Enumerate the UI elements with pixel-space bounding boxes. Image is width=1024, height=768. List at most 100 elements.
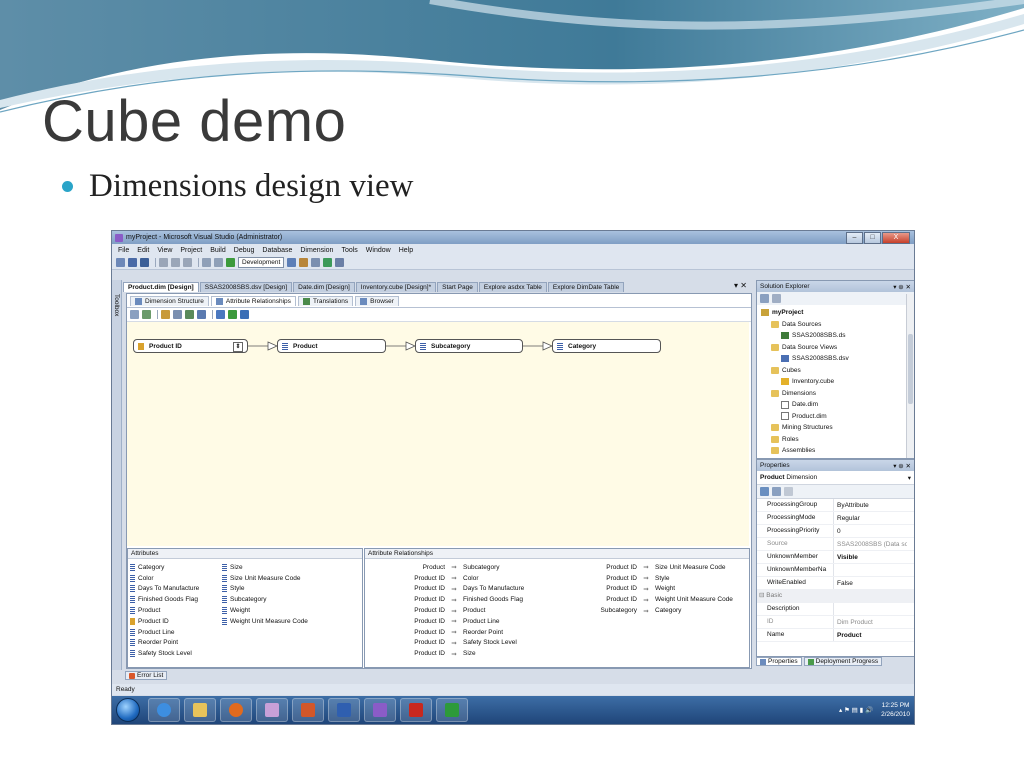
paste-icon[interactable]	[183, 258, 192, 267]
relationship-row[interactable]: Product ID ⇒ Reorder Point	[365, 627, 557, 638]
node-subcategory[interactable]: Subcategory	[415, 339, 523, 353]
menu-build[interactable]: Build	[210, 247, 226, 254]
categorized-icon[interactable]	[760, 487, 769, 496]
tree-item[interactable]: SSAS2008SBS.dsv	[757, 353, 914, 365]
new-relationship-icon[interactable]	[161, 310, 170, 319]
process-icon[interactable]	[130, 310, 139, 319]
new-project-icon[interactable]	[116, 258, 125, 267]
panel-controls-icon[interactable]: ▾ ⊛ ✕	[893, 283, 911, 291]
property-row[interactable]: Description	[757, 603, 914, 616]
tab-inventory-cube[interactable]: Inventory.cube [Design]*	[355, 282, 437, 292]
solution-explorer-icon[interactable]	[323, 258, 333, 267]
zoom-icon[interactable]	[173, 310, 182, 319]
relationship-canvas[interactable]: Product ID ⇕ Product Subcategory Categor…	[127, 322, 749, 546]
alphabetical-icon[interactable]	[772, 487, 781, 496]
solution-config-select[interactable]: Development	[238, 257, 285, 268]
attribute-item[interactable]: Style	[222, 584, 314, 595]
tree-item[interactable]: Assemblies	[757, 445, 914, 457]
menu-help[interactable]: Help	[399, 247, 413, 254]
menu-edit[interactable]: Edit	[137, 247, 149, 254]
tree-item[interactable]: SSAS2008SBS.ds	[757, 330, 914, 342]
relationship-row[interactable]: Product ⇒ Subcategory	[365, 562, 557, 573]
taskbar-utorrent[interactable]	[436, 698, 468, 722]
toolbox-icon[interactable]	[311, 258, 321, 267]
taskbar-ie[interactable]	[148, 698, 180, 722]
relationship-row[interactable]: Product ID ⇒ Weight Unit Measure Code	[557, 594, 749, 605]
find-icon[interactable]	[287, 258, 297, 267]
node-product[interactable]: Product	[277, 339, 386, 353]
property-row[interactable]: ProcessingMode Regular	[757, 512, 914, 525]
menu-database[interactable]: Database	[262, 247, 292, 254]
attribute-item[interactable]: Finished Goods Flag	[130, 594, 222, 605]
attribute-item[interactable]: Weight Unit Measure Code	[222, 616, 314, 627]
tree-item[interactable]: Cubes	[757, 365, 914, 377]
tree-item[interactable]: Data Sources	[757, 319, 914, 331]
taskbar-word[interactable]	[328, 698, 360, 722]
object-selector[interactable]: Product Dimension ▾	[757, 471, 914, 485]
taskbar-media[interactable]	[220, 698, 252, 722]
toolbox-strip[interactable]: Toolbox	[112, 280, 122, 670]
tab-product-dim[interactable]: Product.dim [Design]	[123, 282, 199, 292]
menu-debug[interactable]: Debug	[234, 247, 255, 254]
error-list-tab[interactable]: Error List	[125, 671, 168, 680]
property-row[interactable]: Name Product	[757, 629, 914, 642]
tree-item[interactable]: myProject	[757, 307, 914, 319]
close-button[interactable]: X	[882, 232, 910, 244]
attribute-item[interactable]: Days To Manufacture	[130, 584, 222, 595]
maximize-button[interactable]: □	[864, 232, 881, 244]
taskbar-paint[interactable]	[256, 698, 288, 722]
property-row[interactable]: Source SSAS2008SBS (Data so	[757, 538, 914, 551]
property-pages-icon[interactable]	[784, 487, 793, 496]
start-debug-icon[interactable]	[226, 258, 235, 267]
property-row[interactable]: UnknownMember Visible	[757, 551, 914, 564]
save-icon[interactable]	[128, 258, 137, 267]
tab-start-page[interactable]: Start Page	[437, 282, 478, 292]
start-button[interactable]	[116, 698, 140, 722]
menu-dimension[interactable]: Dimension	[300, 247, 333, 254]
properties-icon[interactable]	[299, 258, 309, 267]
menu-window[interactable]: Window	[366, 247, 391, 254]
attribute-item[interactable]: Product Line	[130, 627, 222, 638]
tree-item[interactable]: Inventory.cube	[757, 376, 914, 388]
tab-dimension-structure[interactable]: Dimension Structure	[130, 295, 209, 306]
refresh-icon[interactable]	[142, 310, 151, 319]
attribute-item[interactable]: Product	[130, 605, 222, 616]
scroll-thumb[interactable]	[908, 334, 913, 404]
cut-icon[interactable]	[159, 258, 168, 267]
solution-scrollbar[interactable]	[906, 294, 914, 458]
tab-deployment-progress[interactable]: Deployment Progress	[803, 657, 883, 666]
undo-icon[interactable]	[202, 258, 211, 267]
save-all-icon[interactable]	[140, 258, 149, 267]
attribute-item[interactable]: Weight	[222, 605, 314, 616]
show-all-files-icon[interactable]	[772, 294, 781, 303]
document-close-icon[interactable]: ▾ ✕	[734, 281, 747, 290]
tree-item[interactable]: Data Source Views	[757, 342, 914, 354]
menu-file[interactable]: File	[118, 247, 129, 254]
tree-item[interactable]: Roles	[757, 434, 914, 446]
taskbar-visual-studio[interactable]	[364, 698, 396, 722]
tree-item[interactable]: Product.dim	[757, 411, 914, 423]
taskbar-powerpoint[interactable]	[292, 698, 324, 722]
relationship-row[interactable]: Product ID ⇒ Size Unit Measure Code	[557, 562, 749, 573]
properties-icon[interactable]	[760, 294, 769, 303]
relationship-row[interactable]: Subcategory ⇒ Category	[557, 605, 749, 616]
node-product-id[interactable]: Product ID ⇕	[133, 339, 248, 353]
relationship-row[interactable]: Product ID ⇒ Product Line	[365, 616, 557, 627]
attribute-item[interactable]: Product ID	[130, 616, 222, 627]
relationship-row[interactable]: Product ID ⇒ Color	[365, 573, 557, 584]
menu-project[interactable]: Project	[180, 247, 202, 254]
minimize-button[interactable]: –	[846, 232, 863, 244]
tab-browser[interactable]: Browser	[355, 295, 399, 306]
relationship-row[interactable]: Product ID ⇒ Product	[365, 605, 557, 616]
window-icon[interactable]	[335, 258, 345, 267]
relationship-row[interactable]: Product ID ⇒ Days To Manufacture	[365, 584, 557, 595]
grid-icon[interactable]	[240, 310, 249, 319]
copy-icon[interactable]	[171, 258, 180, 267]
attribute-item[interactable]: Category	[130, 562, 222, 573]
tree-item[interactable]: Mining Structures	[757, 422, 914, 434]
tab-translations[interactable]: Translations	[297, 295, 354, 306]
chevron-down-icon[interactable]: ▾	[908, 474, 911, 482]
relationship-row[interactable]: Product ID ⇒ Finished Goods Flag	[365, 594, 557, 605]
tab-explore-asdxx[interactable]: Explore asdxx Table	[478, 282, 547, 292]
tree-item[interactable]: Dimensions	[757, 388, 914, 400]
